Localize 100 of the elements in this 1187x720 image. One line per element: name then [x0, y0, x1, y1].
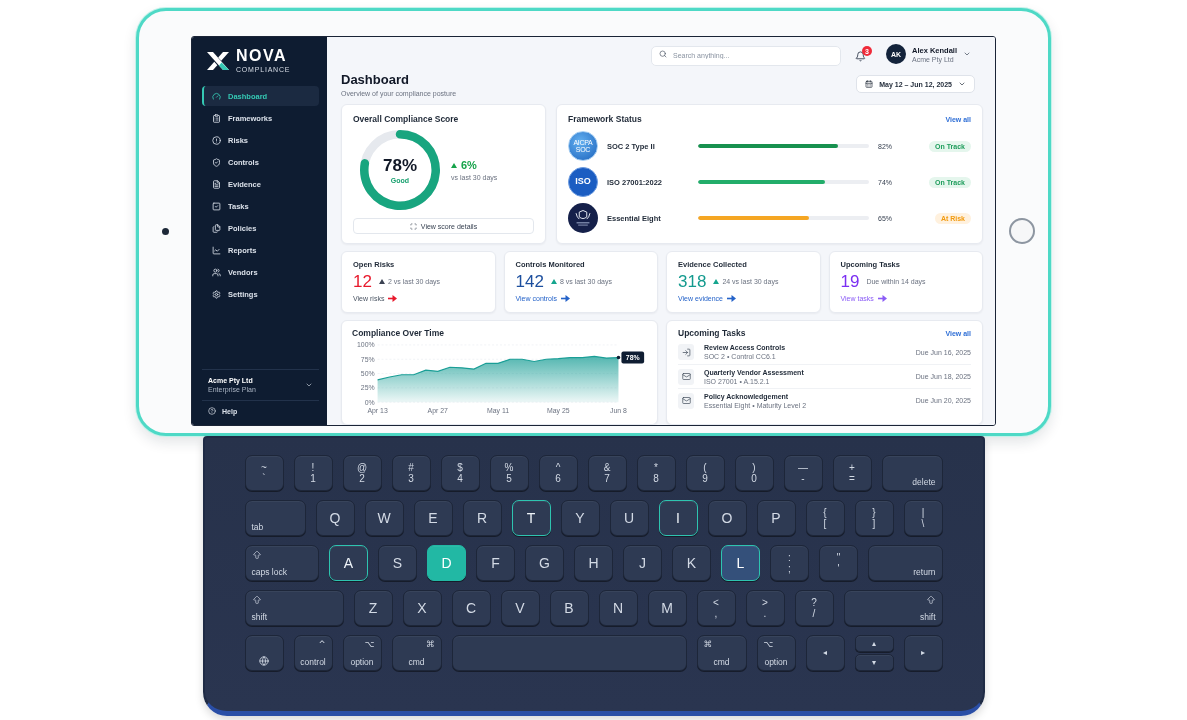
keyboard-key[interactable]: P	[756, 500, 796, 536]
keyboard-key[interactable]: return	[868, 545, 943, 581]
card-title: Compliance Over Time	[352, 328, 445, 338]
keyboard-key[interactable]: ~ `	[244, 455, 284, 491]
keyboard-key[interactable]: | \	[903, 500, 943, 536]
envelope-icon	[678, 368, 694, 385]
space-bar[interactable]	[451, 635, 687, 671]
keyboard-key[interactable]: + =	[832, 455, 872, 491]
page-title: Dashboard	[341, 71, 410, 87]
keyboard-key[interactable]: @ 2	[342, 455, 382, 491]
keyboard-key[interactable]: I	[658, 500, 698, 536]
gauge-icon	[212, 91, 221, 101]
stat-value: 12	[353, 273, 372, 290]
keyboard-key[interactable]: V	[500, 590, 540, 626]
keyboard-key[interactable]: * 8	[636, 455, 676, 491]
keyboard-key[interactable]	[244, 635, 284, 671]
keyboard-key[interactable]: J	[623, 545, 662, 581]
keyboard-key[interactable]: F	[476, 545, 515, 581]
keyboard-key[interactable]: A	[329, 545, 368, 581]
keyboard-key[interactable]: ⌘ cmd	[696, 635, 747, 671]
keyboard-key[interactable]: delete	[881, 455, 943, 491]
change-value: 6%	[461, 159, 477, 171]
sign-in-icon	[678, 344, 694, 360]
card-title: Framework Status	[568, 114, 642, 124]
keyboard-key[interactable]: ◂	[805, 635, 845, 671]
trend-up-icon	[451, 162, 457, 168]
keyboard-key[interactable]: — -	[783, 455, 823, 491]
keyboard-key[interactable]: : ;	[770, 545, 809, 581]
keyboard-key[interactable]: ⌥ option	[756, 635, 796, 671]
camera-dot-icon	[161, 227, 169, 235]
document-icon	[212, 179, 221, 189]
keyboard-key[interactable]: ▸	[903, 635, 943, 671]
keyboard-key[interactable]: shift	[843, 590, 943, 626]
keyboard-key[interactable]: & 7	[587, 455, 627, 491]
card-title: Upcoming Tasks	[678, 328, 746, 338]
keyboard-key[interactable]: H	[574, 545, 613, 581]
keyboard-key[interactable]: U	[609, 500, 649, 536]
files-icon	[212, 223, 221, 233]
keyboard-key[interactable]: L	[721, 545, 760, 581]
keyboard-key[interactable]: B	[549, 590, 589, 626]
keyboard-key[interactable]: $ 4	[440, 455, 480, 491]
brand-name: NOVA	[236, 48, 289, 64]
keyboard-key[interactable]: S	[378, 545, 417, 581]
keyboard-key[interactable]: caps lock	[244, 545, 319, 581]
card-title: Overall Compliance Score	[353, 114, 460, 124]
chevron-down-icon	[958, 80, 966, 88]
stat-value: 142	[515, 273, 544, 290]
keyboard-key[interactable]: N	[598, 590, 638, 626]
home-button[interactable]	[1009, 218, 1035, 244]
keyboard-key[interactable]: Z	[353, 590, 393, 626]
keyboard-key[interactable]: G	[525, 545, 564, 581]
keyboard-key[interactable]: X	[402, 590, 442, 626]
help-icon	[208, 407, 216, 415]
keyboard-key[interactable]: ) 0	[734, 455, 774, 491]
users-icon	[212, 267, 221, 277]
score-value: 78%	[383, 156, 417, 174]
keyboard-key[interactable]: K	[672, 545, 711, 581]
shift-arrow-icon	[251, 550, 262, 560]
framework-logo: ISO	[568, 167, 598, 197]
keyboard-key[interactable]: C	[451, 590, 491, 626]
keyboard-key[interactable]: ⌥ option	[342, 635, 382, 671]
keyboard-key[interactable]: O	[707, 500, 747, 536]
keyboard-key[interactable]: W	[364, 500, 404, 536]
keyboard-key[interactable]: M	[647, 590, 687, 626]
crest-icon	[568, 203, 598, 233]
logo-mark-icon	[206, 50, 230, 71]
search-icon	[659, 50, 667, 58]
keyboard-key[interactable]: shift	[244, 590, 344, 626]
keyboard-key[interactable]: > .	[745, 590, 785, 626]
keyboard-key[interactable]: T	[511, 500, 551, 536]
keyboard-key[interactable]: " '	[819, 545, 858, 581]
keyboard-key[interactable]: R	[462, 500, 502, 536]
chevron-down-icon	[963, 50, 971, 58]
keyboard-key[interactable]: ! 1	[293, 455, 333, 491]
trend-up-icon	[550, 279, 557, 284]
shift-arrow-icon	[251, 595, 262, 605]
bell-icon	[855, 51, 866, 62]
keyboard-key[interactable]: E	[413, 500, 453, 536]
keyboard-key[interactable]: Q	[315, 500, 355, 536]
keyboard-key[interactable]: tab	[244, 500, 306, 536]
keyboard-key[interactable]: { [	[805, 500, 845, 536]
keyboard-key[interactable]: } ]	[854, 500, 894, 536]
checkbox-icon	[212, 201, 221, 211]
settings-icon	[212, 289, 221, 299]
keyboard-key[interactable]: < ,	[696, 590, 736, 626]
line-chart-icon	[212, 245, 221, 255]
scan-icon	[409, 222, 417, 230]
keyboard-key[interactable]: ▴	[854, 635, 894, 652]
stat-value: 318	[678, 273, 707, 290]
keyboard-key[interactable]: ? /	[794, 590, 834, 626]
chevron-down-icon	[305, 381, 313, 389]
keyboard-key[interactable]: ▾	[854, 654, 894, 671]
keyboard-key[interactable]: ^ control	[293, 635, 333, 671]
keyboard-key[interactable]: ( 9	[685, 455, 725, 491]
keyboard-key[interactable]: % 5	[489, 455, 529, 491]
stat-value: 19	[840, 273, 860, 290]
keyboard-key[interactable]: Y	[560, 500, 600, 536]
keyboard-key[interactable]: ⌘ cmd	[391, 635, 442, 671]
keyboard-key[interactable]: # 3	[391, 455, 431, 491]
keyboard-key[interactable]: ^ 6	[538, 455, 578, 491]
